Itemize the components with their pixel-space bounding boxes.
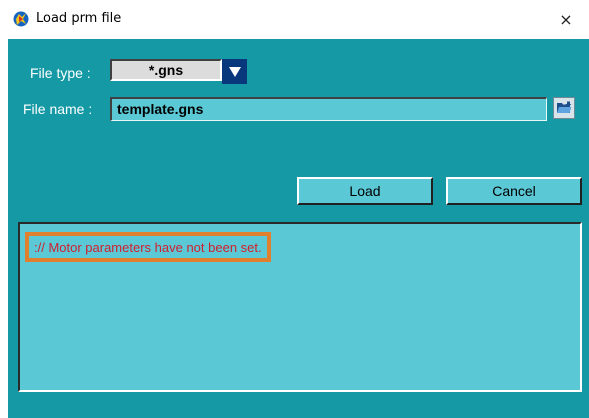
file-name-field[interactable]: template.gns: [110, 97, 547, 121]
browse-button[interactable]: [553, 97, 575, 119]
window-title: Load prm file: [36, 11, 122, 26]
cancel-button[interactable]: Cancel: [446, 177, 582, 205]
folder-open-icon: [557, 101, 572, 113]
title-bar: Load prm file ×: [0, 0, 589, 38]
file-type-dropdown-button[interactable]: [222, 59, 247, 84]
message-log[interactable]: :// Motor parameters have not been set.: [18, 222, 582, 392]
close-icon: ×: [559, 9, 573, 29]
log-message-highlight: :// Motor parameters have not been set.: [25, 232, 271, 262]
file-type-label: File type :: [30, 65, 91, 81]
file-name-label: File name :: [23, 101, 93, 117]
triangle-down-icon: [228, 66, 241, 77]
app-logo-icon: [13, 11, 29, 27]
close-button[interactable]: ×: [543, 0, 589, 38]
file-type-select[interactable]: *.gns: [110, 59, 222, 81]
log-message: :// Motor parameters have not been set.: [34, 239, 262, 255]
dialog-client-area: File type : *.gns File name : template.g…: [8, 39, 589, 418]
load-button[interactable]: Load: [297, 177, 433, 205]
